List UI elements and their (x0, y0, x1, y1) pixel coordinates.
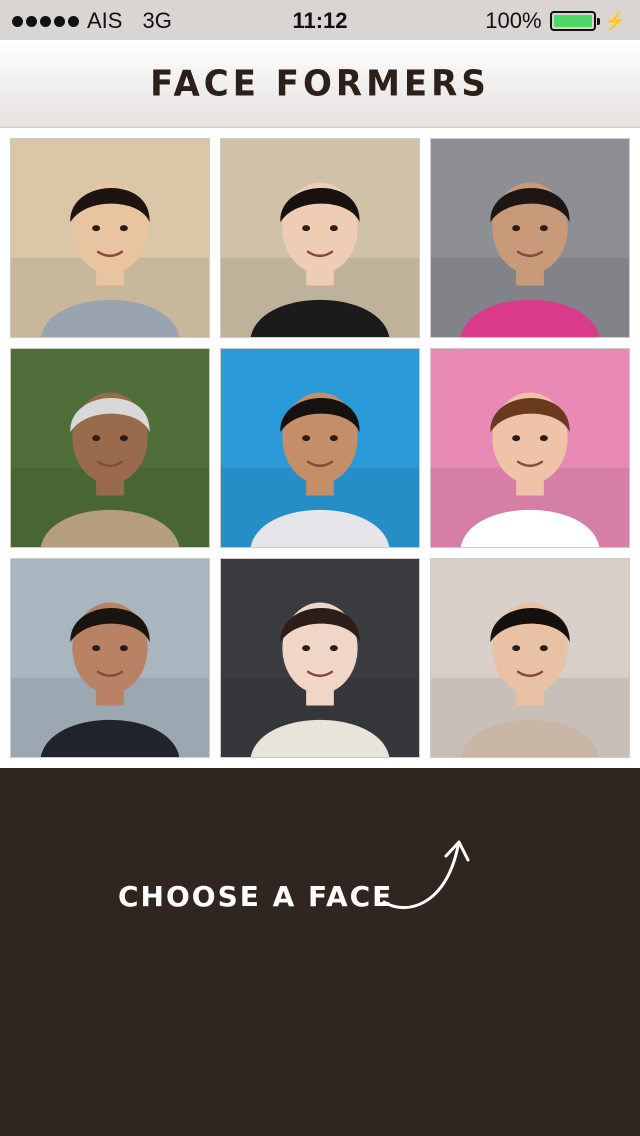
face-tile[interactable] (10, 138, 210, 338)
curved-arrow-icon (382, 840, 470, 910)
face-grid (10, 138, 630, 758)
face-photo (431, 559, 629, 757)
bottom-panel: Choose a face (0, 768, 640, 1136)
face-photo (11, 139, 209, 337)
app-title: Face Formers (150, 62, 490, 105)
face-tile[interactable] (430, 348, 630, 548)
battery-percentage: 100% (485, 8, 542, 33)
face-tile[interactable] (220, 348, 420, 548)
charging-bolt-icon: ⚡ (603, 10, 626, 31)
face-photo (431, 349, 629, 547)
face-tile[interactable] (220, 558, 420, 758)
face-photo (221, 349, 419, 547)
face-photo (11, 349, 209, 547)
face-photo (431, 139, 629, 337)
face-tile[interactable] (10, 348, 210, 548)
face-photo (221, 559, 419, 757)
status-bar: AIS 3G 11:12 100% ⚡ (0, 0, 640, 40)
face-tile[interactable] (220, 138, 420, 338)
battery-icon (549, 11, 600, 31)
choose-face-prompt: Choose a face (118, 880, 394, 913)
status-right: 100% ⚡ (485, 8, 626, 34)
face-photo (221, 139, 419, 337)
app-header: Face Formers (0, 40, 640, 128)
face-tile[interactable] (10, 558, 210, 758)
face-photo (11, 559, 209, 757)
face-tile[interactable] (430, 138, 630, 338)
battery-fill (553, 15, 592, 27)
face-tile[interactable] (430, 558, 630, 758)
